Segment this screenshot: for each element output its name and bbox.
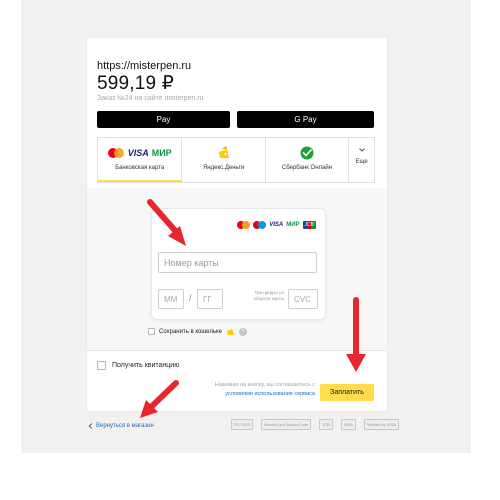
annotation-arrows (140, 199, 366, 418)
red-arrow-icon (140, 380, 179, 418)
red-arrow-icon (346, 297, 366, 372)
red-arrow-icon (147, 199, 186, 246)
